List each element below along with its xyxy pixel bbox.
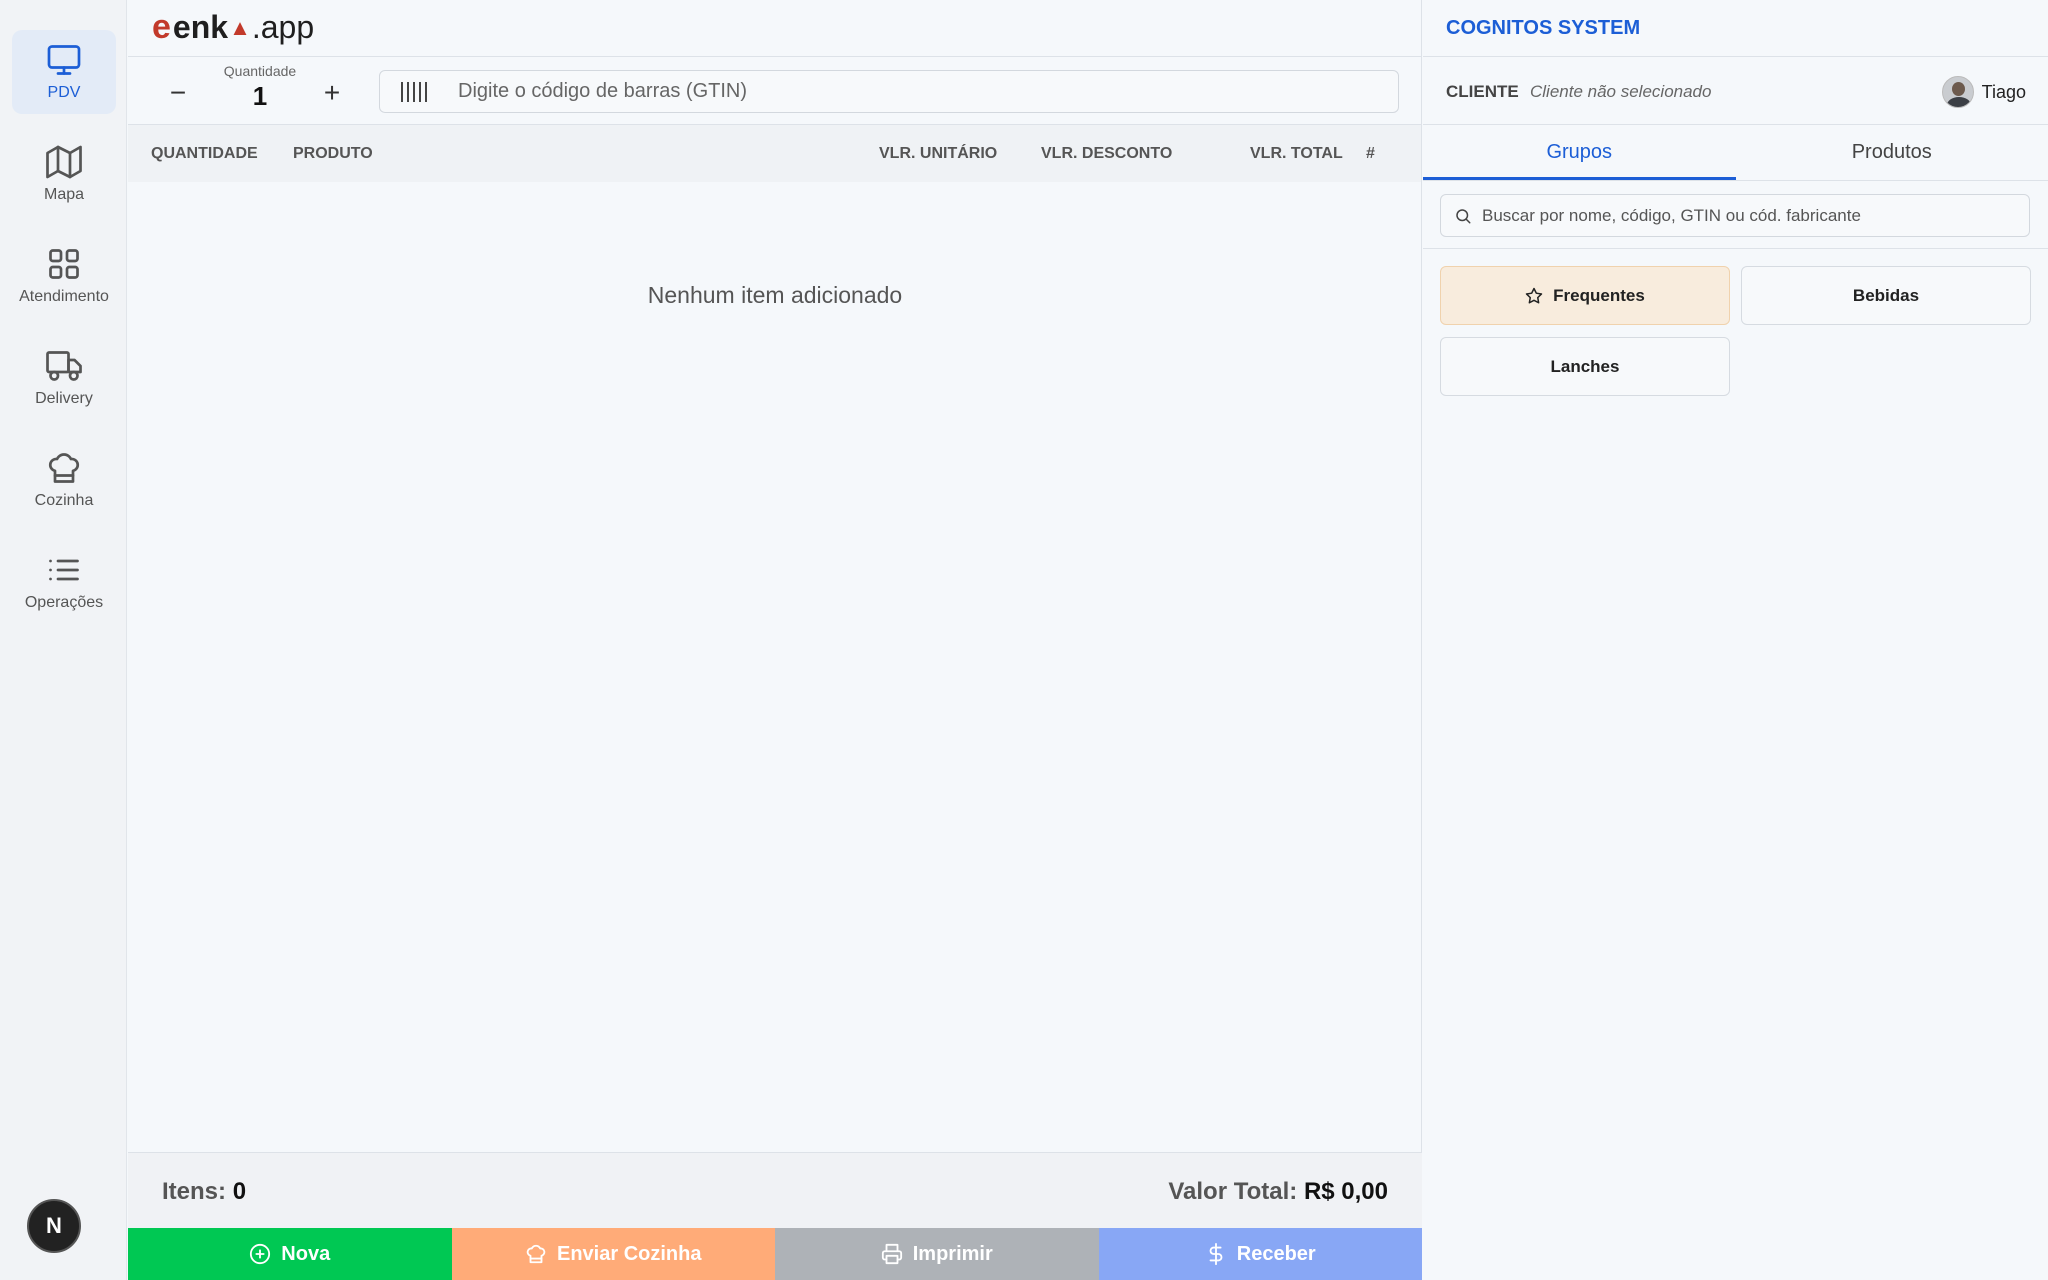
main-panel: e enk ▲ .app − Quantidade 1 + QUANTIDADE…: [128, 0, 1422, 1280]
receber-label: Receber: [1236, 1242, 1316, 1265]
barcode-input[interactable]: [458, 80, 1358, 103]
sidebar: PDV Mapa Atendimento Delivery Cozinha Op…: [0, 0, 127, 1280]
logo-enk: enk: [172, 9, 229, 45]
imprimir-button[interactable]: Imprimir: [775, 1228, 1099, 1280]
search-area: [1423, 181, 2048, 249]
sidebar-item-label: Atendimento: [19, 288, 109, 305]
enviar-cozinha-label: Enviar Cozinha: [557, 1242, 702, 1265]
top-bar: e enk ▲ .app: [128, 0, 1421, 57]
sidebar-item-delivery[interactable]: Delivery: [12, 336, 116, 420]
group-lanches[interactable]: Lanches: [1440, 337, 1730, 396]
user-name: Tiago: [1981, 81, 2026, 102]
column-vlr-desconto: VLR. DESCONTO: [1041, 145, 1173, 162]
monitor-icon: [47, 45, 81, 75]
user-menu[interactable]: Tiago: [1941, 76, 2026, 108]
search-field[interactable]: [1440, 194, 2030, 237]
right-panel: COGNITOS SYSTEM CLIENTE Cliente não sele…: [1423, 0, 2048, 1280]
logo-suffix: .app: [251, 9, 315, 45]
column-actions: #: [1366, 145, 1375, 162]
tab-produtos[interactable]: Produtos: [1736, 125, 2048, 180]
quantity-increase-button[interactable]: +: [312, 73, 352, 113]
column-quantidade: QUANTIDADE: [151, 145, 258, 162]
list-icon: [49, 559, 79, 581]
column-produto: PRODUTO: [293, 145, 373, 162]
search-icon: [1456, 208, 1471, 223]
group-label: Lanches: [1550, 356, 1620, 376]
tabs: Grupos Produtos: [1423, 125, 2048, 181]
quantity-stepper: Quantidade 1: [210, 63, 310, 112]
sidebar-item-mapa[interactable]: Mapa: [12, 132, 116, 216]
empty-state-message: Nenhum item adicionado: [647, 282, 903, 308]
column-vlr-unitario: VLR. UNITÁRIO: [879, 145, 998, 162]
items-value: 0: [232, 1178, 247, 1205]
sidebar-item-label: Cozinha: [34, 492, 94, 509]
quantity-decrease-button[interactable]: −: [158, 73, 198, 113]
imprimir-label: Imprimir: [912, 1242, 993, 1265]
company-name: COGNITOS SYSTEM: [1423, 0, 2048, 57]
sidebar-item-operacoes[interactable]: Operações: [12, 540, 116, 624]
group-label: Frequentes: [1553, 285, 1645, 305]
grid-icon: [49, 249, 79, 279]
receber-button[interactable]: Receber: [1098, 1228, 1422, 1280]
search-input[interactable]: [1482, 205, 2022, 226]
table-header: QUANTIDADE PRODUTO VLR. UNITÁRIO VLR. DE…: [128, 125, 1421, 182]
group-frequentes[interactable]: Frequentes: [1440, 266, 1730, 325]
group-bebidas[interactable]: Bebidas: [1741, 266, 2031, 325]
column-vlr-total: VLR. TOTAL: [1250, 145, 1343, 162]
nova-label: Nova: [281, 1242, 331, 1265]
items-count: Itens: 0: [162, 1178, 246, 1206]
barcode-icon: [401, 81, 427, 102]
truck-icon: [46, 351, 82, 381]
sidebar-item-label: Delivery: [35, 390, 93, 407]
printer-icon: [881, 1243, 902, 1265]
sidebar-item-label: Operações: [24, 594, 104, 611]
client-row: CLIENTE Cliente não selecionado Tiago: [1423, 57, 2048, 125]
quantity-bar: − Quantidade 1 +: [128, 57, 1421, 125]
tab-grupos[interactable]: Grupos: [1423, 125, 1736, 180]
plus-circle-icon: [250, 1243, 271, 1265]
sidebar-item-label: PDV: [47, 84, 81, 101]
client-select[interactable]: Cliente não selecionado: [1530, 82, 1711, 102]
n-badge-button[interactable]: N: [27, 1199, 81, 1253]
client-label: CLIENTE: [1446, 82, 1519, 101]
barcode-field[interactable]: [379, 70, 1399, 113]
total-amount: R$ 0,00: [1303, 1178, 1388, 1205]
sidebar-item-pdv[interactable]: PDV: [12, 30, 116, 114]
total-label: Valor Total:: [1168, 1178, 1298, 1205]
total-value: Valor Total: R$ 0,00: [1168, 1178, 1388, 1206]
summary-bar: Itens: 0 Valor Total: R$ 0,00: [128, 1152, 1422, 1228]
quantity-value[interactable]: 1: [210, 81, 310, 112]
avatar: [1941, 76, 1974, 108]
map-icon: [46, 145, 82, 179]
logo-mark: e: [152, 8, 171, 46]
nova-button[interactable]: Nova: [128, 1228, 452, 1280]
chef-hat-icon: [526, 1244, 546, 1264]
sidebar-item-label: Mapa: [43, 186, 85, 203]
group-label: Bebidas: [1852, 285, 1920, 305]
logo: e enk ▲ .app: [152, 8, 314, 47]
sidebar-item-cozinha[interactable]: Cozinha: [12, 438, 116, 522]
enviar-cozinha-button[interactable]: Enviar Cozinha: [451, 1228, 775, 1280]
quantity-label: Quantidade: [223, 63, 297, 79]
star-icon: [1525, 287, 1543, 304]
logo-cursor-icon: ▲: [229, 14, 251, 40]
items-label: Itens:: [162, 1178, 227, 1205]
action-bar: Nova Enviar Cozinha Imprimir Receber: [128, 1228, 1422, 1280]
dollar-icon: [1209, 1243, 1223, 1265]
chef-hat-icon: [48, 453, 80, 483]
sidebar-item-atendimento[interactable]: Atendimento: [12, 234, 116, 318]
